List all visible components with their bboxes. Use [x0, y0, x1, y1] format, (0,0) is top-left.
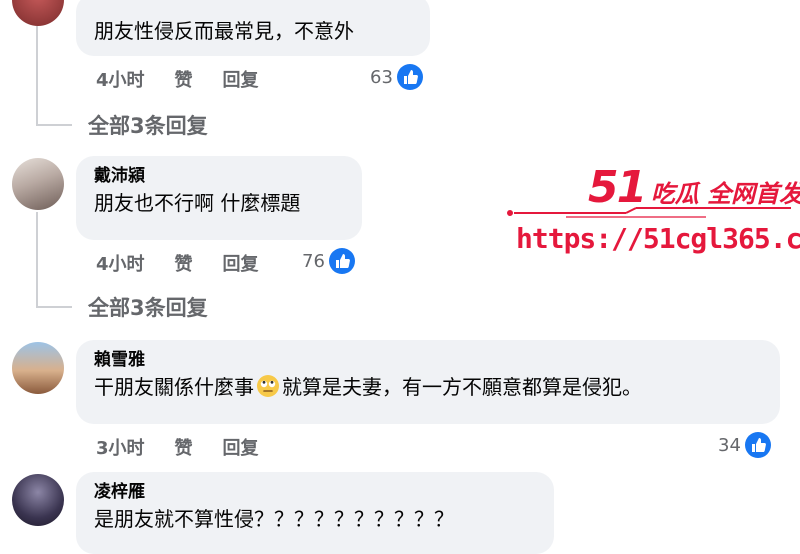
- thumbs-up-icon: [396, 64, 423, 90]
- thumbs-up-icon: [328, 248, 355, 274]
- comment-actions: 4小时 赞 回复: [96, 250, 259, 276]
- thread-line: [36, 212, 38, 308]
- comment-time[interactable]: 4小时: [96, 66, 145, 92]
- watermark-decoration: [507, 207, 791, 218]
- like-count[interactable]: 76: [302, 248, 355, 274]
- view-replies-link[interactable]: 全部3条回复: [88, 292, 208, 322]
- comment-time[interactable]: 4小时: [96, 250, 145, 276]
- like-count-value: 63: [370, 66, 393, 88]
- comment-bubble: 戴沛潁 朋友也不行啊 什麼標題: [76, 156, 362, 240]
- view-replies-link[interactable]: 全部3条回复: [88, 110, 208, 140]
- avatar[interactable]: [12, 158, 64, 210]
- comment-author[interactable]: 戴沛潁: [94, 164, 348, 188]
- comment-text: 朋友性侵反而最常見，不意外: [94, 19, 354, 43]
- comment-time[interactable]: 3小时: [96, 434, 145, 460]
- avatar[interactable]: [12, 474, 64, 526]
- reply-button[interactable]: 回复: [223, 66, 259, 92]
- watermark-tagline: 吃瓜 全网首发: [650, 180, 800, 208]
- comment-text: 朋友也不行啊 什麼標題: [94, 191, 301, 215]
- like-count-value: 76: [302, 250, 325, 272]
- avatar[interactable]: [12, 0, 64, 26]
- thumbs-up-icon: [744, 432, 771, 458]
- watermark-url: https://51cgl365.com: [516, 222, 800, 255]
- reply-button[interactable]: 回复: [223, 434, 259, 460]
- comment-author[interactable]: 凌梓雁: [94, 480, 540, 504]
- comment-text: 是朋友就不算性侵？？？？？？？？？？: [94, 507, 454, 531]
- comment-text-part: 就算是夫妻，有一方不願意都算是侵犯。: [282, 375, 642, 399]
- like-count[interactable]: 63: [370, 64, 423, 90]
- comment-text-part: 干朋友關係什麼事: [94, 375, 254, 399]
- like-button[interactable]: 赞: [175, 434, 193, 460]
- like-count[interactable]: 34: [718, 432, 771, 458]
- thread-line: [36, 124, 72, 126]
- thread-line: [36, 26, 38, 126]
- reply-button[interactable]: 回复: [223, 250, 259, 276]
- comment-actions: 4小时 赞 回复: [96, 66, 259, 92]
- avatar[interactable]: [12, 342, 64, 394]
- comment-actions: 3小时 赞 回复: [96, 434, 259, 460]
- comment-author[interactable]: 賴雪雅: [94, 348, 766, 372]
- comment-text: 干朋友關係什麼事 就算是夫妻，有一方不願意都算是侵犯。: [94, 372, 766, 402]
- comment-bubble: 朋友性侵反而最常見，不意外: [76, 0, 430, 56]
- thread-line: [36, 306, 72, 308]
- comment-bubble: 凌梓雁 是朋友就不算性侵？？？？？？？？？？: [76, 472, 554, 554]
- like-button[interactable]: 赞: [175, 66, 193, 92]
- comment-bubble: 賴雪雅 干朋友關係什麼事 就算是夫妻，有一方不願意都算是侵犯。: [76, 340, 780, 424]
- like-count-value: 34: [718, 434, 741, 456]
- like-button[interactable]: 赞: [175, 250, 193, 276]
- rolling-eyes-emoji-icon: [257, 375, 279, 397]
